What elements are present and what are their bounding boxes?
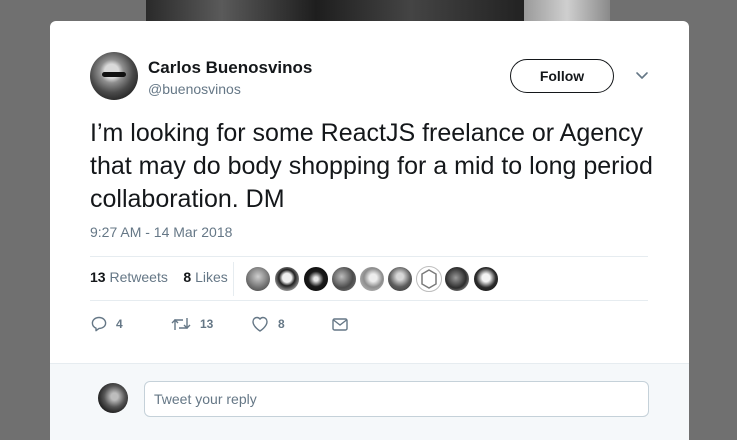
background-photo-strip bbox=[146, 0, 524, 22]
retweets-stat[interactable]: 13 Retweets bbox=[90, 269, 168, 285]
likes-count: 8 bbox=[183, 269, 192, 285]
liker-avatar[interactable] bbox=[444, 266, 470, 292]
author-handle[interactable]: @buenosvinos bbox=[148, 81, 241, 97]
reply-count: 4 bbox=[116, 317, 123, 331]
author-name[interactable]: Carlos Buenosvinos bbox=[148, 58, 312, 78]
likes-label: Likes bbox=[195, 269, 228, 285]
retweet-icon bbox=[171, 318, 191, 330]
liker-avatar[interactable] bbox=[473, 266, 499, 292]
retweet-action[interactable]: 13 bbox=[170, 315, 213, 333]
liker-avatar[interactable] bbox=[331, 266, 357, 292]
liker-avatar[interactable] bbox=[274, 266, 300, 292]
liker-avatar[interactable] bbox=[303, 266, 329, 292]
follow-button[interactable]: Follow bbox=[510, 59, 614, 93]
liker-avatar[interactable] bbox=[359, 266, 385, 292]
reply-bar bbox=[50, 363, 689, 440]
direct-message-action[interactable] bbox=[331, 315, 349, 333]
divider bbox=[90, 300, 648, 301]
reply-action[interactable]: 4 bbox=[90, 315, 123, 333]
stats-separator bbox=[233, 262, 234, 296]
like-count: 8 bbox=[278, 317, 285, 331]
reply-input[interactable] bbox=[144, 381, 649, 417]
envelope-icon bbox=[332, 318, 348, 331]
liker-avatar[interactable] bbox=[387, 266, 413, 292]
retweet-count: 13 bbox=[200, 317, 214, 331]
tweet-stats: 13 Retweets 8 Likes bbox=[90, 269, 228, 285]
retweets-count: 13 bbox=[90, 269, 106, 285]
divider bbox=[90, 256, 648, 257]
heart-icon bbox=[252, 316, 268, 332]
nodejs-logo-avatar[interactable] bbox=[416, 266, 442, 292]
chevron-down-icon[interactable] bbox=[634, 67, 650, 83]
reply-icon bbox=[91, 316, 107, 332]
hexagon-icon bbox=[421, 269, 437, 289]
like-action[interactable]: 8 bbox=[250, 315, 285, 333]
retweets-label: Retweets bbox=[109, 269, 168, 285]
tweet-timestamp[interactable]: 9:27 AM - 14 Mar 2018 bbox=[90, 224, 232, 240]
tweet-text: I’m looking for some ReactJS freelance o… bbox=[90, 119, 653, 213]
likes-stat[interactable]: 8 Likes bbox=[183, 269, 227, 285]
current-user-avatar[interactable] bbox=[98, 383, 128, 413]
author-avatar[interactable] bbox=[90, 52, 138, 100]
tweet-card: Carlos Buenosvinos @buenosvinos Follow I… bbox=[50, 21, 689, 440]
background-photo-strip-light bbox=[524, 0, 610, 22]
liker-avatar[interactable] bbox=[245, 266, 271, 292]
